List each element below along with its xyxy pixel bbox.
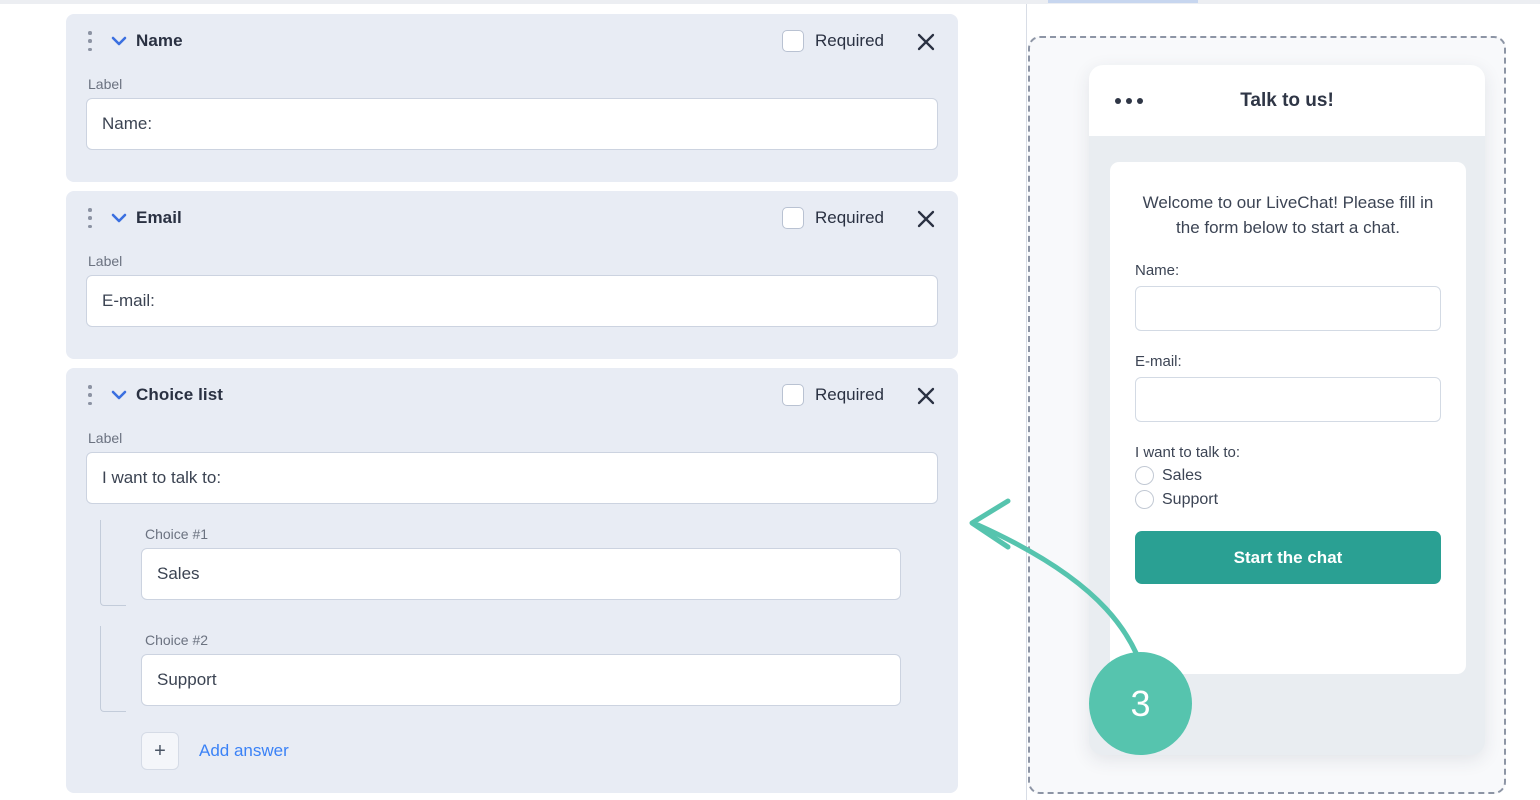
preview-name-label: Name: (1135, 262, 1180, 279)
label-input-name[interactable]: Name: (86, 98, 938, 150)
add-answer-button[interactable]: Add answer (199, 741, 289, 761)
widget-header: Talk to us! (1089, 65, 1485, 136)
field-header-choice-list: Choice list Required (66, 368, 958, 422)
tree-connector-icon (100, 626, 126, 712)
tree-connector-icon (100, 520, 126, 606)
field-title: Email (136, 208, 182, 227)
welcome-message: Welcome to our LiveChat! Please fill in … (1142, 193, 1434, 237)
plus-icon[interactable]: + (141, 732, 179, 770)
preview-name-input[interactable] (1135, 286, 1441, 331)
choice-input-1[interactable]: Sales (141, 548, 901, 600)
field-title: Choice list (136, 385, 224, 404)
label-input-email[interactable]: E-mail: (86, 275, 938, 327)
close-icon[interactable] (914, 384, 938, 408)
radio-icon[interactable] (1135, 466, 1154, 485)
step-badge: 3 (1089, 652, 1192, 755)
top-strip-highlight (1048, 0, 1198, 3)
choice-caption: Choice #1 (145, 526, 209, 542)
field-card-name[interactable]: Name Required Label Name: (66, 14, 958, 182)
required-toggle-choice-list[interactable]: Required (782, 384, 884, 406)
screenshot-root: Name Required Label Name: Email Required… (0, 0, 1540, 800)
label-caption: Label (88, 253, 123, 269)
field-title: Name (136, 31, 183, 50)
choice-input-2[interactable]: Support (141, 654, 901, 706)
drag-handle-icon[interactable] (88, 385, 92, 405)
chevron-down-icon[interactable] (110, 211, 128, 225)
preview-email-input[interactable] (1135, 377, 1441, 422)
close-icon[interactable] (914, 207, 938, 231)
field-header-email: Email Required (66, 191, 958, 245)
preview-choice-label: I want to talk to: (1135, 444, 1241, 461)
required-label: Required (815, 208, 884, 227)
drag-handle-icon[interactable] (88, 208, 92, 228)
field-header-name: Name Required (66, 14, 958, 68)
label-caption: Label (88, 430, 123, 446)
chevron-down-icon[interactable] (110, 34, 128, 48)
choice-row: Choice #2 Support (86, 626, 938, 732)
field-card-email[interactable]: Email Required Label E-mail: (66, 191, 958, 359)
preview-email-label: E-mail: (1135, 353, 1182, 370)
choice-options-group: Choice #1 Sales Choice #2 Support (86, 520, 938, 732)
label-input-choice-list[interactable]: I want to talk to: (86, 452, 938, 504)
required-checkbox[interactable] (782, 207, 804, 229)
required-checkbox[interactable] (782, 384, 804, 406)
radio-label: Sales (1162, 466, 1203, 484)
required-label: Required (815, 385, 884, 404)
preview-radio-sales[interactable]: Sales (1135, 466, 1441, 485)
field-card-choice-list[interactable]: Choice list Required Label I want to tal… (66, 368, 958, 793)
label-caption: Label (88, 76, 123, 92)
choice-caption: Choice #2 (145, 632, 209, 648)
add-answer-row[interactable]: + Add answer (141, 732, 289, 770)
required-toggle-name[interactable]: Required (782, 30, 884, 52)
chevron-down-icon[interactable] (110, 388, 128, 402)
required-checkbox[interactable] (782, 30, 804, 52)
form-editor-panel: Name Required Label Name: Email Required… (0, 4, 1026, 800)
choice-row: Choice #1 Sales (86, 520, 938, 626)
more-dots-icon[interactable] (1115, 98, 1143, 104)
required-toggle-email[interactable]: Required (782, 207, 884, 229)
widget-title: Talk to us! (1240, 89, 1334, 111)
close-icon[interactable] (914, 30, 938, 54)
drag-handle-icon[interactable] (88, 31, 92, 51)
required-label: Required (815, 31, 884, 50)
